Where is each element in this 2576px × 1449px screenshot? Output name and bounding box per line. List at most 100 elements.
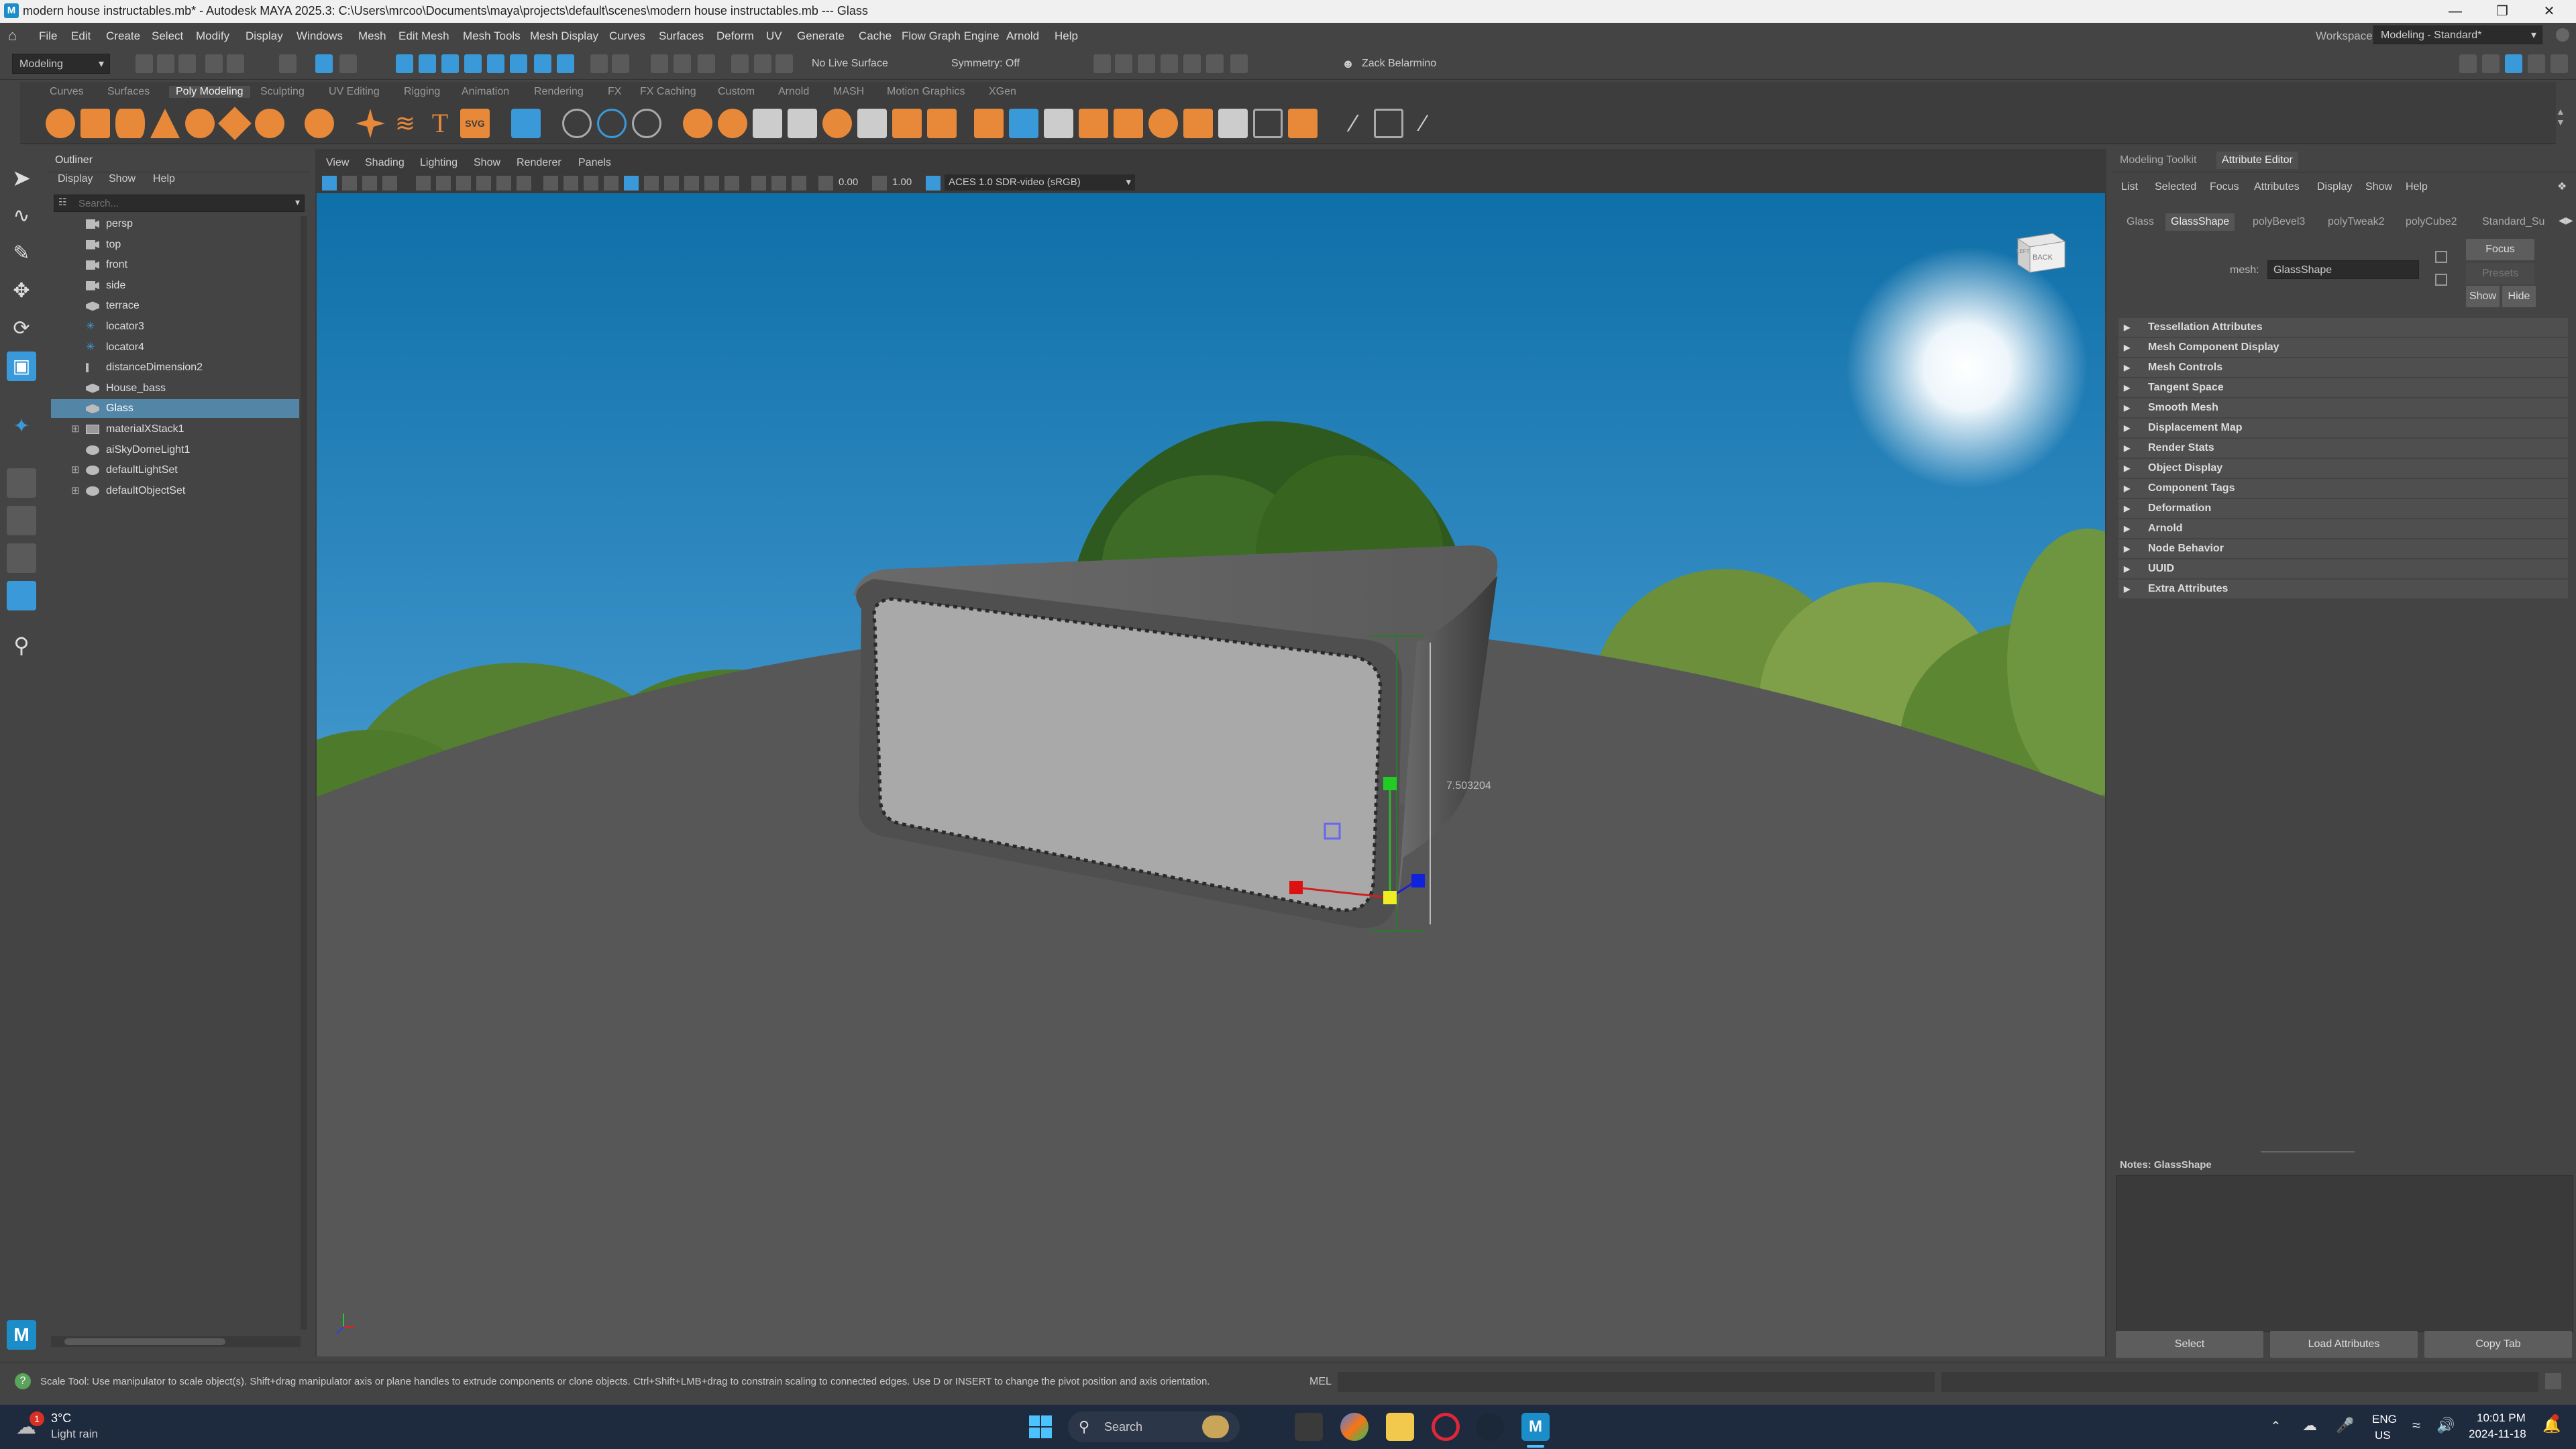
attribute-editor-icon[interactable]: [2505, 54, 2522, 73]
boolean-icon[interactable]: [683, 109, 712, 138]
attribute-section-header[interactable]: ▶ Extra Attributes: [2118, 580, 2568, 598]
attribute-section-header[interactable]: ▶ Node Behavior: [2118, 539, 2568, 558]
crease-icon[interactable]: ∕: [1409, 109, 1438, 138]
field-chart-icon[interactable]: [517, 176, 531, 191]
poly-cylinder-icon[interactable]: [115, 109, 145, 138]
tray-chevron-up-icon[interactable]: ⌃: [2270, 1418, 2282, 1435]
svg-tool-icon[interactable]: SVG: [460, 109, 490, 138]
outliner-item[interactable]: aiSkyDomeLight1: [51, 441, 299, 460]
snap-vertex-icon[interactable]: [510, 54, 527, 73]
viewport-menu-shading[interactable]: Shading: [365, 157, 405, 169]
shelf-tab-custom[interactable]: Custom: [718, 86, 755, 98]
outliner-scrollbar[interactable]: [301, 216, 307, 1330]
exposure-value[interactable]: 0.00: [839, 176, 858, 188]
mesh-grid-icon[interactable]: [511, 109, 541, 138]
poly-disc-icon[interactable]: [255, 109, 284, 138]
slide-edge-icon[interactable]: [1288, 109, 1318, 138]
perspective-viewport[interactable]: 7.503204 BACK LEFT: [317, 193, 2105, 1356]
outliner-search-input[interactable]: [77, 196, 281, 211]
select-button[interactable]: Select: [2116, 1331, 2263, 1358]
attr-menu-selected[interactable]: Selected: [2155, 181, 2196, 193]
xray-icon[interactable]: [771, 176, 786, 191]
merge-icon[interactable]: [1079, 109, 1108, 138]
node-tab-polybevel3[interactable]: polyBevel3: [2253, 216, 2305, 228]
expand-icon[interactable]: ⊞: [71, 482, 80, 500]
insert-edge-loop-icon[interactable]: [1148, 109, 1178, 138]
outliner-search-field[interactable]: ☷ ▾: [54, 195, 305, 212]
hypershade-icon[interactable]: [1138, 54, 1155, 73]
viewport-menu-show[interactable]: Show: [474, 157, 500, 169]
menu-select[interactable]: Select: [152, 30, 183, 43]
render-settings-icon[interactable]: [1093, 54, 1111, 73]
shelf-tab-fx-caching[interactable]: FX Caching: [640, 86, 696, 98]
snap-surface-icon[interactable]: [487, 54, 504, 73]
magnet-icon[interactable]: [612, 54, 629, 73]
shelf-scroll-icon[interactable]: ▲ ▼: [2556, 106, 2569, 140]
save-scene-icon[interactable]: [178, 54, 196, 73]
move-tool-icon[interactable]: ✥: [7, 276, 36, 306]
workspace-settings-icon[interactable]: [2556, 28, 2569, 42]
use-all-lights-icon[interactable]: [644, 176, 659, 191]
attribute-section-header[interactable]: ▶ Render Stats: [2118, 439, 2568, 458]
platonic-solid-icon[interactable]: [305, 109, 334, 138]
menu-create[interactable]: Create: [106, 30, 140, 43]
view-cube[interactable]: BACK LEFT: [2014, 227, 2068, 274]
image-plane-icon[interactable]: [382, 176, 397, 191]
attr-menu-focus[interactable]: Focus: [2210, 181, 2239, 193]
append-polygon-icon[interactable]: [1044, 109, 1073, 138]
resolution-gate-icon[interactable]: [476, 176, 491, 191]
attribute-section-header[interactable]: ▶ Arnold: [2118, 519, 2568, 538]
outliner-item[interactable]: ⊞ defaultLightSet: [51, 461, 299, 480]
symmetry-label[interactable]: Symmetry: Off: [951, 58, 1020, 70]
collapse-icon[interactable]: ⁄: [1339, 109, 1368, 138]
windows-start-icon[interactable]: [1026, 1413, 1055, 1441]
menu-flow-graph-engine[interactable]: Flow Graph Engine: [902, 30, 1000, 43]
attribute-section-header[interactable]: ▶ Smooth Mesh: [2118, 398, 2568, 417]
combine-icon[interactable]: [562, 109, 592, 138]
outliner-item[interactable]: front: [51, 256, 299, 274]
smooth-shade-icon[interactable]: [564, 176, 578, 191]
camera-select-icon[interactable]: [322, 176, 337, 191]
history-output-icon[interactable]: [674, 54, 691, 73]
menu-modify[interactable]: Modify: [196, 30, 229, 43]
channel-box-icon[interactable]: [2551, 54, 2568, 73]
snap-pivot-icon[interactable]: [557, 54, 574, 73]
poly-cube-icon[interactable]: [80, 109, 110, 138]
language-bottom[interactable]: US: [2375, 1429, 2391, 1442]
anti-aliasing-icon[interactable]: [724, 176, 739, 191]
task-view-icon[interactable]: [1295, 1413, 1323, 1441]
attribute-section-header[interactable]: ▶ Deformation: [2118, 499, 2568, 518]
menu-arnold[interactable]: Arnold: [1006, 30, 1039, 43]
redo-icon[interactable]: [227, 54, 244, 73]
xray-joints-icon[interactable]: [792, 176, 806, 191]
expand-icon[interactable]: ⊞: [71, 461, 80, 480]
fill-hole-icon[interactable]: [788, 109, 817, 138]
menu-mesh-tools[interactable]: Mesh Tools: [463, 30, 521, 43]
expand-icon[interactable]: ⊞: [71, 420, 80, 439]
render-frame-icon[interactable]: [754, 54, 771, 73]
render-current-icon[interactable]: [1115, 54, 1132, 73]
lock-icon[interactable]: [590, 54, 608, 73]
outliner-item[interactable]: ⊞ defaultObjectSet: [51, 482, 299, 500]
node-tab-standard-surface[interactable]: Standard_Su: [2482, 216, 2544, 228]
tool-settings-icon[interactable]: [2528, 54, 2545, 73]
shelf-tab-surfaces[interactable]: Surfaces: [107, 86, 150, 98]
minimize-button[interactable]: —: [2442, 1, 2469, 21]
shelf-tab-uv-editing[interactable]: UV Editing: [329, 86, 380, 98]
menu-deform[interactable]: Deform: [716, 30, 754, 43]
rotate-tool-icon[interactable]: ⟳: [7, 314, 36, 343]
select-object-icon[interactable]: [315, 54, 333, 73]
open-scene-icon[interactable]: [157, 54, 174, 73]
snap-curve-icon[interactable]: [419, 54, 436, 73]
bridge-icon[interactable]: [1009, 109, 1038, 138]
last-tool-icon[interactable]: ✦: [7, 412, 36, 441]
outliner-item[interactable]: Glass: [51, 399, 299, 419]
presets-button[interactable]: Presets: [2466, 263, 2534, 284]
grid-toggle-icon[interactable]: [436, 176, 451, 191]
tab-scroll-icon[interactable]: ◀▶: [2559, 215, 2573, 226]
shelf-tab-poly-modeling[interactable]: Poly Modeling: [169, 86, 250, 98]
node-tab-polycube2[interactable]: polyCube2: [2406, 216, 2457, 228]
exposure-icon[interactable]: [818, 176, 833, 191]
menu-help[interactable]: Help: [1055, 30, 1078, 43]
outliner-item[interactable]: side: [51, 276, 299, 295]
